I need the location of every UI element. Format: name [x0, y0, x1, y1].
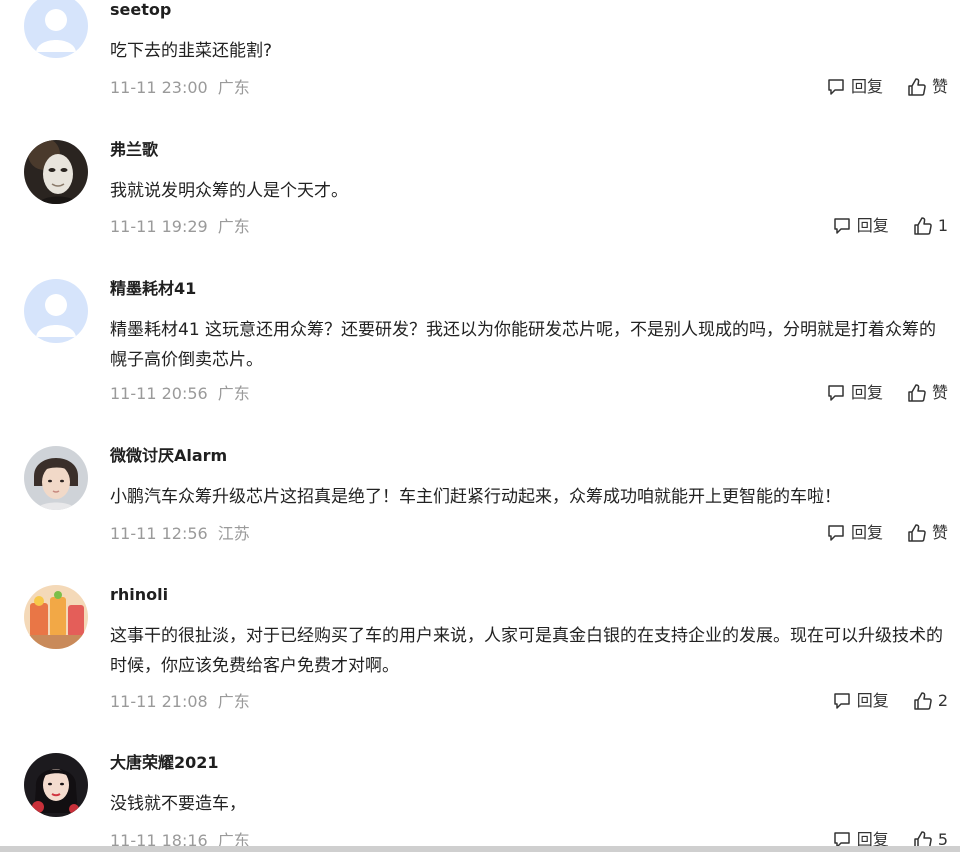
reply-label: 回复 [856, 216, 889, 235]
comment-actions: 回复 1 [832, 215, 948, 237]
avatar[interactable] [24, 585, 88, 649]
like-count: 1 [937, 216, 948, 235]
avatar[interactable] [24, 140, 88, 204]
window-bottom-border [0, 846, 960, 852]
comment-bubble-icon [834, 693, 850, 709]
comment-meta: 11-11 12:56 江苏 [110, 524, 250, 544]
thumbs-up-icon [914, 692, 932, 710]
avatar[interactable] [24, 753, 88, 817]
woman-portrait-photo [24, 753, 88, 817]
comment-text: 小鹏汽车众筹升级芯片这招真是绝了！车主们赶紧行动起来，众筹成功咱就能开上更智能的… [110, 487, 841, 507]
comment-text: 这事干的很扯淡，对于已经购买了车的用户来说，人家可是真金白银的在支持企业的发展。… [110, 626, 943, 676]
thumbs-up-icon [908, 524, 926, 542]
reply-label: 回复 [850, 383, 883, 402]
comment-text: 没钱就不要造车， [110, 794, 246, 814]
comment-bubble-icon [828, 525, 844, 541]
comment-time: 11-11 21:08 [110, 692, 208, 711]
thumbs-up-icon [908, 78, 926, 96]
comment-actions: 回复 2 [832, 690, 948, 712]
username[interactable]: 弗兰歌 [110, 140, 158, 160]
comment-location: 广东 [217, 78, 250, 97]
comment-time: 11-11 23:00 [110, 78, 208, 97]
avatar[interactable] [24, 0, 88, 58]
comment-bubble-icon [828, 79, 844, 95]
comment-text: 精墨耗材41 这玩意还用众筹？还要研发？我还以为你能研发芯片呢，不是别人现成的吗… [110, 320, 937, 370]
comment-location: 广东 [217, 217, 250, 236]
comment-time: 11-11 20:56 [110, 384, 208, 403]
default-person-icon [24, 0, 88, 58]
comment-time: 11-11 12:56 [110, 524, 208, 543]
comment-bubble-icon [834, 218, 850, 234]
comment-meta: 11-11 20:56 广东 [110, 384, 250, 404]
thumbs-up-icon [914, 217, 932, 235]
comment-text: 吃下去的韭菜还能割? [110, 41, 273, 61]
comment-actions: 回复 赞 [826, 382, 948, 404]
like-label: 赞 [931, 77, 948, 96]
like-button[interactable]: 1 [913, 215, 948, 237]
comment-location: 江苏 [217, 524, 250, 543]
comment-meta: 11-11 23:00 广东 [110, 78, 250, 98]
young-person-photo [24, 446, 88, 510]
reply-button[interactable]: 回复 [826, 382, 883, 404]
comment-location: 广东 [217, 384, 250, 403]
comment-text: 我就说发明众筹的人是个天才。 [110, 181, 348, 201]
username[interactable]: rhinoli [110, 585, 168, 605]
thumbs-up-icon [908, 384, 926, 402]
reply-button[interactable]: 回复 [826, 522, 883, 544]
reply-button[interactable]: 回复 [832, 690, 889, 712]
username[interactable]: 微微讨厌Alarm [110, 446, 227, 466]
avatar[interactable] [24, 446, 88, 510]
reply-button[interactable]: 回复 [832, 215, 889, 237]
drinks-photo [24, 585, 88, 649]
comment-meta: 11-11 19:29 广东 [110, 217, 250, 237]
like-label: 赞 [931, 523, 948, 542]
like-button[interactable]: 赞 [907, 382, 948, 404]
reply-label: 回复 [850, 77, 883, 96]
username[interactable]: 精墨耗材41 [110, 279, 196, 299]
username[interactable]: 大唐荣耀2021 [110, 753, 219, 773]
reply-label: 回复 [856, 691, 889, 710]
like-label: 赞 [931, 383, 948, 402]
username[interactable]: seetop [110, 0, 171, 20]
default-person-icon [24, 279, 88, 343]
comment-time: 11-11 19:29 [110, 217, 208, 236]
masked-face-photo [24, 140, 88, 204]
like-button[interactable]: 赞 [907, 522, 948, 544]
comment-actions: 回复 赞 [826, 76, 948, 98]
like-count: 2 [937, 691, 948, 710]
reply-label: 回复 [850, 523, 883, 542]
reply-button[interactable]: 回复 [826, 76, 883, 98]
comment-location: 广东 [217, 692, 250, 711]
comment-actions: 回复 赞 [826, 522, 948, 544]
like-button[interactable]: 2 [913, 690, 948, 712]
avatar[interactable] [24, 279, 88, 343]
comment-meta: 11-11 21:08 广东 [110, 692, 250, 712]
comment-bubble-icon [828, 385, 844, 401]
like-button[interactable]: 赞 [907, 76, 948, 98]
